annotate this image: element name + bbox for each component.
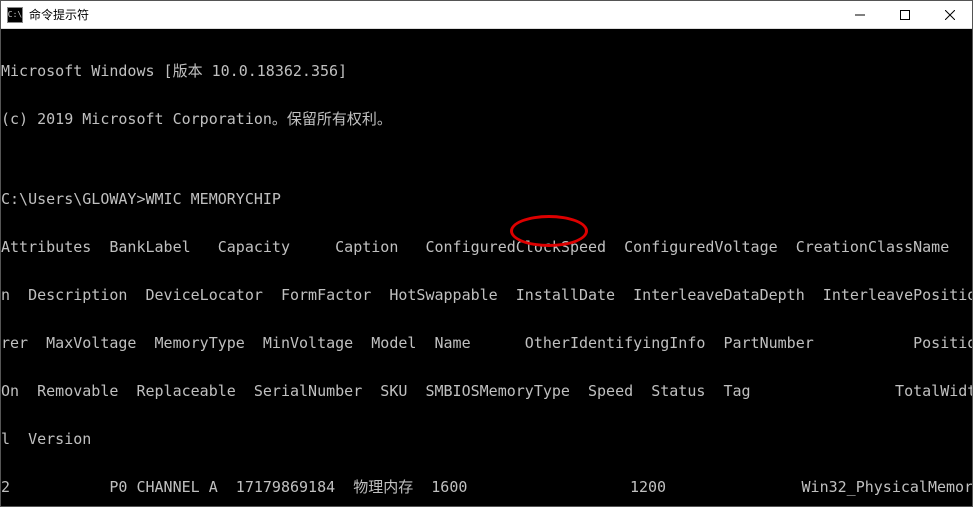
terminal-line: Attributes BankLabel Capacity Caption Co… bbox=[1, 239, 972, 255]
maximize-button[interactable] bbox=[882, 1, 927, 28]
titlebar[interactable]: C:\ 命令提示符 bbox=[1, 1, 972, 29]
terminal-line: On Removable Replaceable SerialNumber SK… bbox=[1, 383, 972, 399]
titlebar-buttons bbox=[837, 1, 972, 28]
terminal-line: (c) 2019 Microsoft Corporation。保留所有权利。 bbox=[1, 111, 972, 127]
terminal-line: rer MaxVoltage MemoryType MinVoltage Mod… bbox=[1, 335, 972, 351]
minimize-button[interactable] bbox=[837, 1, 882, 28]
close-button[interactable] bbox=[927, 1, 972, 28]
terminal-area[interactable]: Microsoft Windows [版本 10.0.18362.356] (c… bbox=[1, 29, 972, 506]
window-title: 命令提示符 bbox=[29, 6, 837, 23]
app-icon: C:\ bbox=[7, 7, 23, 23]
terminal-line: Microsoft Windows [版本 10.0.18362.356] bbox=[1, 63, 972, 79]
terminal-line: C:\Users\GLOWAY>WMIC MEMORYCHIP bbox=[1, 191, 972, 207]
app-icon-label: C:\ bbox=[8, 10, 22, 19]
minimize-icon bbox=[855, 10, 865, 20]
terminal-line: l Version bbox=[1, 431, 972, 447]
terminal-line: 2 P0 CHANNEL A 17179869184 物理内存 1600 120… bbox=[1, 479, 972, 495]
command-prompt-window: C:\ 命令提示符 Microsoft Windows [版本 10.0.183… bbox=[0, 0, 973, 507]
terminal-line: n Description DeviceLocator FormFactor H… bbox=[1, 287, 972, 303]
close-icon bbox=[945, 10, 955, 20]
maximize-icon bbox=[900, 10, 910, 20]
